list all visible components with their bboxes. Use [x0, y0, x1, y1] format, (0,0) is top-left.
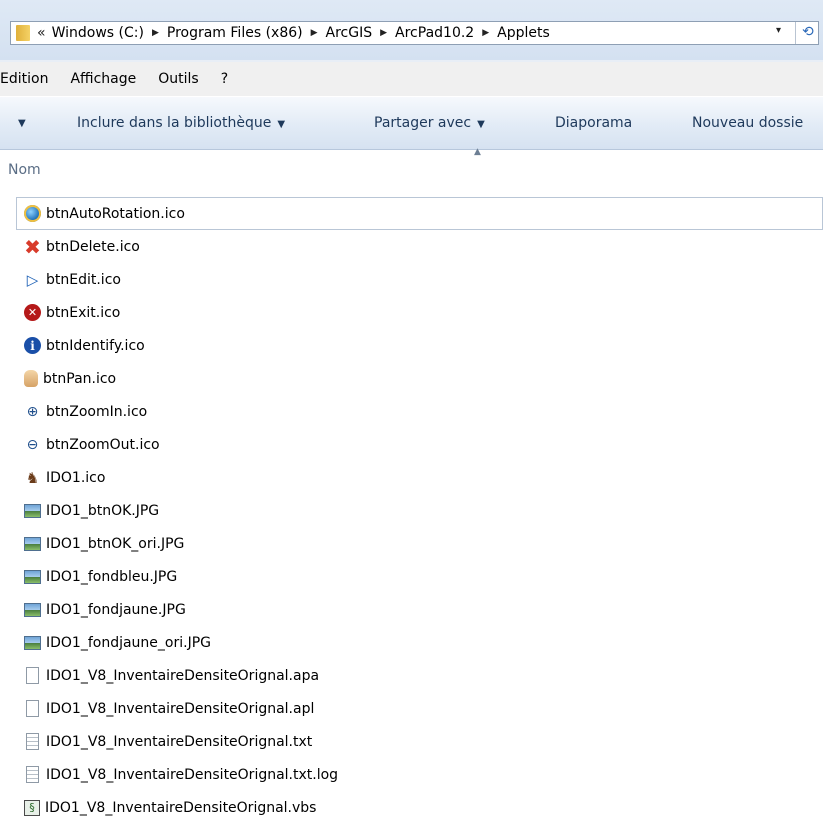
- file-row[interactable]: IDO1_btnOK.JPG: [0, 494, 823, 527]
- slideshow-button[interactable]: Diaporama: [555, 115, 632, 131]
- arrow-pointer-icon: ▷: [26, 270, 39, 289]
- image-file-icon: [24, 536, 41, 551]
- menu-affichage[interactable]: Affichage: [70, 71, 136, 87]
- overflow-chevron-icon[interactable]: «: [37, 25, 46, 41]
- breadcrumb-windows[interactable]: Windows (C:) ▶: [52, 25, 167, 41]
- breadcrumb-applets[interactable]: Applets: [497, 25, 550, 41]
- file-row[interactable]: ♞ IDO1.ico: [0, 461, 823, 494]
- breadcrumb-arcgis[interactable]: ArcGIS ▶: [326, 25, 396, 41]
- breadcrumb-program-files[interactable]: Program Files (x86) ▶: [167, 25, 326, 41]
- new-folder-button[interactable]: Nouveau dossie: [692, 115, 803, 131]
- text-file-icon: [26, 766, 39, 783]
- file-name: btnZoomIn.ico: [46, 403, 148, 420]
- file-row[interactable]: § IDO1_V8_InventaireDensiteOrignal.vbs: [0, 791, 823, 824]
- breadcrumb-arcpad[interactable]: ArcPad10.2 ▶: [395, 25, 497, 41]
- breadcrumb-separator-icon[interactable]: ▶: [311, 28, 318, 38]
- hand-icon: [24, 370, 38, 387]
- share-with-button[interactable]: Partager avec ▼: [374, 115, 485, 131]
- sort-ascending-icon: ▲: [474, 147, 481, 157]
- file-name: IDO1_fondjaune_ori.JPG: [46, 634, 211, 651]
- file-name: IDO1_fondjaune.JPG: [46, 601, 186, 618]
- file-name: IDO1_btnOK_ori.JPG: [46, 535, 185, 552]
- moose-icon: ♞: [25, 468, 40, 487]
- globe-icon: [24, 205, 41, 222]
- file-row[interactable]: IDO1_fondjaune_ori.JPG: [0, 626, 823, 659]
- menu-bar: Edition Affichage Outils ?: [0, 62, 823, 96]
- image-file-icon: [24, 602, 41, 617]
- file-name: btnExit.ico: [46, 304, 121, 321]
- breadcrumb-separator-icon[interactable]: ▶: [152, 28, 159, 38]
- file-row[interactable]: ⊖ btnZoomOut.ico: [0, 428, 823, 461]
- file-name: IDO1_V8_InventaireDensiteOrignal.apa: [46, 667, 320, 684]
- address-bar[interactable]: « Windows (C:) ▶ Program Files (x86) ▶ Arc…: [10, 21, 819, 45]
- file-row[interactable]: ✕ btnExit.ico: [0, 296, 823, 329]
- file-row[interactable]: IDO1_btnOK_ori.JPG: [0, 527, 823, 560]
- file-name: btnZoomOut.ico: [46, 436, 160, 453]
- menu-edition[interactable]: Edition: [0, 71, 48, 87]
- file-row[interactable]: ✖ btnDelete.ico: [0, 230, 823, 263]
- zoom-in-icon: ⊕: [26, 403, 39, 420]
- file-row[interactable]: IDO1_V8_InventaireDensiteOrignal.txt: [0, 725, 823, 758]
- include-label: Inclure dans la bibliothèque: [77, 115, 272, 131]
- address-divider: [795, 22, 796, 44]
- file-row[interactable]: IDO1_V8_InventaireDensiteOrignal.apa: [0, 659, 823, 692]
- file-row[interactable]: IDO1_fondbleu.JPG: [0, 560, 823, 593]
- text-file-icon: [26, 733, 39, 750]
- breadcrumb-label: ArcGIS: [325, 25, 373, 41]
- image-file-icon: [24, 503, 41, 518]
- file-name: IDO1_btnOK.JPG: [46, 502, 160, 519]
- file-name: IDO1_fondbleu.JPG: [46, 568, 178, 585]
- chevron-down-icon: ▼: [277, 119, 286, 130]
- delete-x-icon: ✖: [24, 234, 41, 259]
- file-row[interactable]: i btnIdentify.ico: [0, 329, 823, 362]
- file-name: IDO1.ico: [46, 469, 106, 486]
- file-name: IDO1_V8_InventaireDensiteOrignal.vbs: [45, 799, 317, 816]
- include-in-library-button[interactable]: Inclure dans la bibliothèque ▼: [77, 115, 285, 131]
- chevron-down-icon: ▼: [477, 119, 485, 130]
- organize-dropdown-icon[interactable]: ▼: [18, 118, 26, 129]
- share-label: Partager avec: [374, 115, 472, 131]
- file-row[interactable]: IDO1_fondjaune.JPG: [0, 593, 823, 626]
- breadcrumb-label: ArcPad10.2: [395, 25, 475, 41]
- folder-icon: [16, 25, 30, 41]
- file-name: IDO1_V8_InventaireDensiteOrignal.apl: [46, 700, 315, 717]
- script-file-icon: §: [24, 799, 40, 816]
- file-list: btnAutoRotation.ico ✖ btnDelete.ico ▷ btnE…: [0, 197, 823, 824]
- exit-circle-icon: ✕: [24, 304, 41, 321]
- file-name: IDO1_V8_InventaireDensiteOrignal.txt.log: [46, 766, 339, 783]
- file-name: btnDelete.ico: [46, 238, 140, 255]
- file-row[interactable]: btnPan.ico: [0, 362, 823, 395]
- zoom-out-icon: ⊖: [26, 436, 39, 453]
- menu-help[interactable]: ?: [221, 71, 228, 87]
- breadcrumb-separator-icon[interactable]: ▶: [482, 28, 489, 38]
- command-bar: ▼ Inclure dans la bibliothèque ▼ Partager…: [0, 97, 823, 150]
- file-name: IDO1_V8_InventaireDensiteOrignal.txt: [46, 733, 313, 750]
- refresh-icon[interactable]: ⟲: [802, 24, 814, 40]
- breadcrumb-label: Windows (C:): [51, 25, 144, 41]
- file-name: btnEdit.ico: [46, 271, 121, 288]
- menu-outils[interactable]: Outils: [158, 71, 198, 87]
- file-row[interactable]: IDO1_V8_InventaireDensiteOrignal.apl: [0, 692, 823, 725]
- image-file-icon: [24, 635, 41, 650]
- file-name: btnIdentify.ico: [46, 337, 145, 354]
- blank-file-icon: [26, 667, 39, 684]
- breadcrumb-label: Program Files (x86): [166, 25, 303, 41]
- file-row[interactable]: btnAutoRotation.ico: [16, 197, 823, 230]
- breadcrumb-label: Applets: [497, 25, 550, 41]
- column-header-row: Nom ▲: [0, 147, 823, 190]
- address-dropdown-icon[interactable]: ▾: [776, 25, 781, 36]
- file-name: btnAutoRotation.ico: [46, 205, 185, 222]
- file-row[interactable]: IDO1_V8_InventaireDensiteOrignal.txt.log: [0, 758, 823, 791]
- info-icon: i: [24, 337, 41, 354]
- blank-file-icon: [26, 700, 39, 717]
- file-row[interactable]: ⊕ btnZoomIn.ico: [0, 395, 823, 428]
- column-header-name[interactable]: Nom: [8, 162, 41, 178]
- breadcrumb-separator-icon[interactable]: ▶: [380, 28, 387, 38]
- image-file-icon: [24, 569, 41, 584]
- file-name: btnPan.ico: [43, 370, 117, 387]
- file-row[interactable]: ▷ btnEdit.ico: [0, 263, 823, 296]
